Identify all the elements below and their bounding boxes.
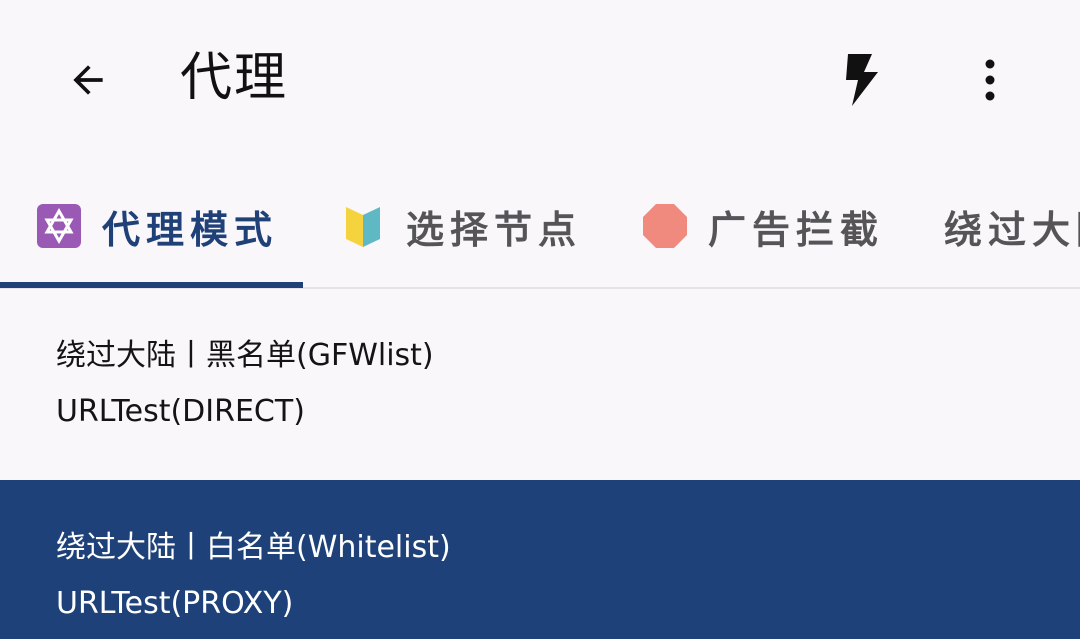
list-item-title: 绕过大陆丨黑名单(GFWlist) — [56, 338, 434, 373]
tab-proxy-mode[interactable]: 代理模式 — [36, 170, 278, 282]
tab-bar: 代理模式 选择节点 广告拦截 绕过大陆 — [0, 170, 1080, 288]
page-title: 代理 — [180, 48, 289, 108]
list-item[interactable]: 绕过大陆丨黑名单(GFWlist) URLTest(DIRECT) — [0, 290, 1080, 480]
flash-button[interactable] — [830, 50, 890, 110]
more-vert-icon — [985, 59, 995, 101]
proxy-screen: 代理 代理模式 选择节点 广告拦截 绕过大 绕过大陆丨黑名单(GFWlist) … — [0, 0, 1080, 639]
beginner-badge-icon — [340, 203, 386, 249]
tab-ad-block[interactable]: 广告拦截 — [642, 170, 884, 282]
arrow-back-icon — [73, 65, 103, 95]
top-app-bar: 代理 — [0, 0, 1080, 160]
tab-label: 选择节点 — [406, 207, 583, 252]
list-item-subtitle: URLTest(PROXY) — [56, 586, 294, 621]
stop-sign-icon — [642, 203, 688, 249]
tab-select-node[interactable]: 选择节点 — [340, 170, 582, 282]
back-button[interactable] — [60, 52, 116, 108]
list-item-title: 绕过大陆丨白名单(Whitelist) — [56, 530, 451, 565]
tab-label: 广告拦截 — [708, 207, 885, 252]
flash-icon — [846, 54, 878, 106]
tab-bypass-mainland[interactable]: 绕过大陆 — [944, 170, 1080, 282]
list-item-selected[interactable]: 绕过大陆丨白名单(Whitelist) URLTest(PROXY) — [0, 480, 1080, 639]
more-options-button[interactable] — [960, 50, 1020, 110]
list-item-subtitle: URLTest(DIRECT) — [56, 394, 305, 429]
tab-label: 绕过大陆 — [944, 207, 1080, 252]
active-tab-indicator — [0, 282, 303, 288]
star-of-david-icon — [36, 203, 82, 249]
tab-label: 代理模式 — [102, 207, 279, 252]
